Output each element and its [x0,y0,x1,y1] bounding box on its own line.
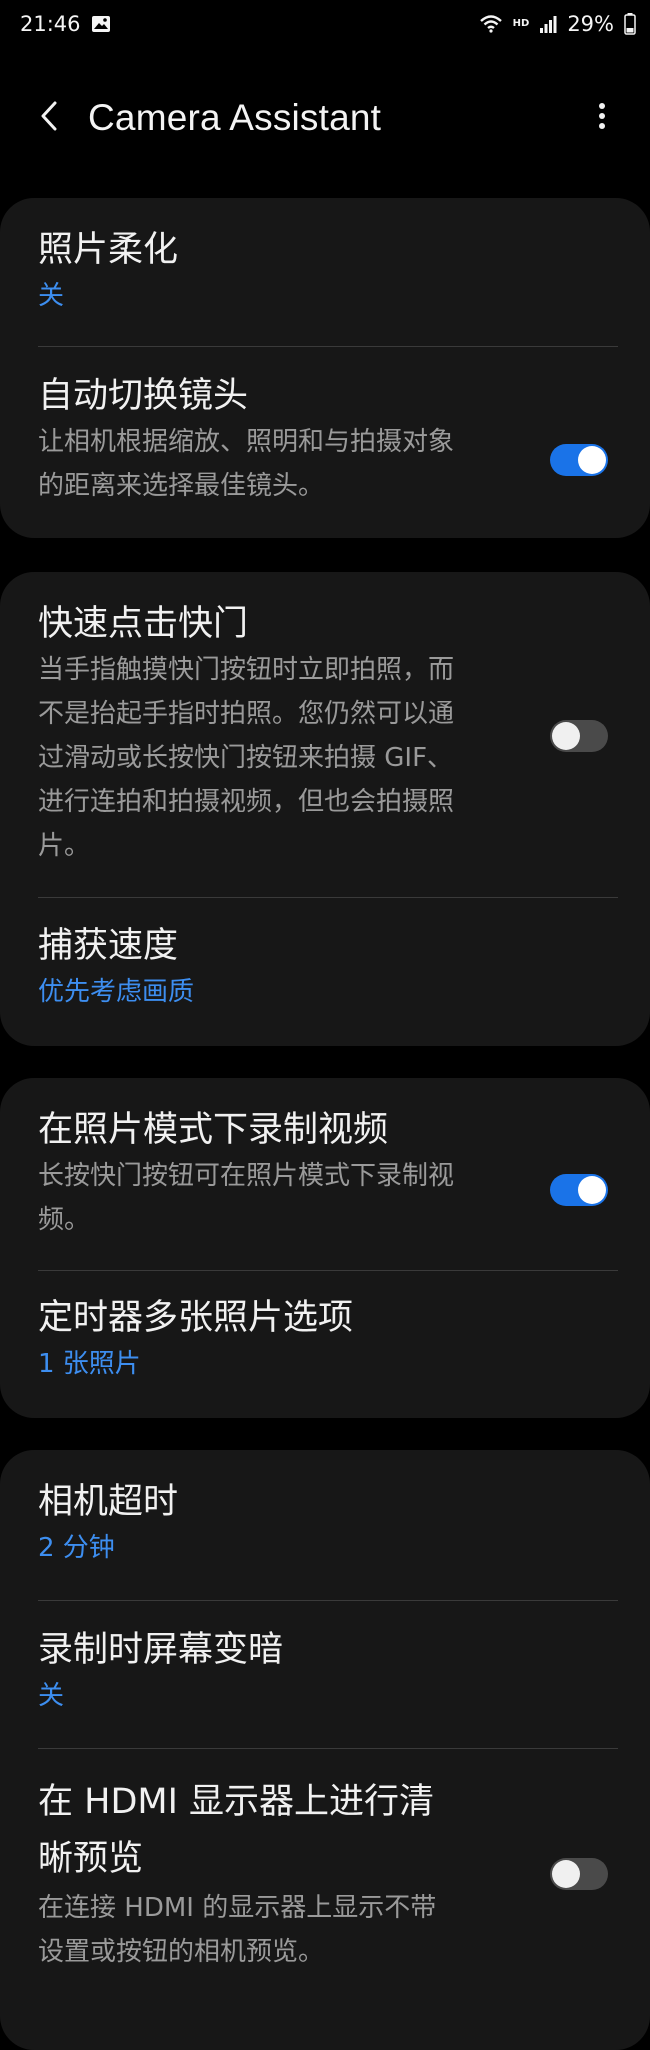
divider [38,1600,618,1601]
divider [38,346,618,347]
battery-percent: 29% [567,12,614,36]
setting-title: 快速点击快门 [38,604,249,644]
divider [38,1270,618,1271]
status-right: HD 29% [479,12,636,36]
app-bar: Camera Assistant [0,72,650,164]
battery-icon [624,13,636,35]
status-time: 21:46 [20,12,81,36]
signal-icon [539,15,557,33]
back-button[interactable] [20,88,80,148]
setting-title-line: 晰预览 [38,1839,144,1879]
record-video-toggle[interactable] [550,1174,608,1206]
setting-desc-line: 频。 [38,1205,91,1235]
setting-desc-line: 让相机根据缩放、照明和与拍摄对象 [38,427,455,457]
more-options-button[interactable] [572,88,632,148]
setting-desc-line: 在连接 HDMI 的显示器上显示不带 [38,1893,437,1923]
setting-desc-line: 过滑动或长按快门按钮来拍摄 GIF、 [38,743,454,773]
setting-title: 自动切换镜头 [38,376,249,416]
hdmi-clean-preview-toggle[interactable] [550,1858,608,1890]
setting-value: 关 [38,1681,65,1711]
setting-quick-tap-shutter[interactable]: 快速点击快门 当手指触摸快门按钮时立即拍照，而 不是抬起手指时拍照。您仍然可以通… [38,600,528,868]
setting-title: 录制时屏幕变暗 [38,1630,284,1670]
setting-value: 1 张照片 [38,1349,141,1379]
more-vertical-icon [598,102,606,134]
setting-value: 优先考虑画质 [38,977,195,1007]
setting-timer-multi-photo[interactable]: 定时器多张照片选项 1 张照片 [38,1294,598,1382]
hd-voice-badge: HD [512,18,530,29]
setting-desc-line: 长按快门按钮可在照片模式下录制视 [38,1161,455,1191]
settings-card-3: 在照片模式下录制视频 长按快门按钮可在照片模式下录制视 频。 定时器多张照片选项… [0,1078,650,1418]
setting-desc-line: 设置或按钮的相机预览。 [38,1937,325,1967]
setting-auto-lens-switch[interactable]: 自动切换镜头 让相机根据缩放、照明和与拍摄对象 的距离来选择最佳镜头。 [38,372,518,508]
setting-capture-speed[interactable]: 捕获速度 优先考虑画质 [38,922,598,1010]
status-bar: 21:46 HD 29% [0,0,650,48]
toggle-knob [578,446,606,474]
setting-dim-screen-while-recording[interactable]: 录制时屏幕变暗 关 [38,1626,598,1714]
settings-card-2: 快速点击快门 当手指触摸快门按钮时立即拍照，而 不是抬起手指时拍照。您仍然可以通… [0,572,650,1046]
settings-card-1: 照片柔化 关 自动切换镜头 让相机根据缩放、照明和与拍摄对象 的距离来选择最佳镜… [0,198,650,538]
divider [38,897,618,898]
setting-desc-line: 的距离来选择最佳镜头。 [38,471,325,501]
setting-title-line: 在 HDMI 显示器上进行清 [38,1782,435,1822]
setting-desc-line: 进行连拍和拍摄视频，但也会拍摄照 [38,787,455,817]
status-left: 21:46 [20,12,111,36]
quick-tap-shutter-toggle[interactable] [550,720,608,752]
setting-desc-line: 当手指触摸快门按钮时立即拍照，而 [38,655,455,685]
back-arrow-icon [38,100,62,136]
toggle-knob [552,1860,580,1888]
auto-lens-switch-toggle[interactable] [550,444,608,476]
setting-hdmi-clean-preview[interactable]: 在 HDMI 显示器上进行清 晰预览 在连接 HDMI 的显示器上显示不带 设置… [38,1772,508,1974]
setting-title: 在照片模式下录制视频 [38,1110,389,1150]
setting-camera-timeout[interactable]: 相机超时 2 分钟 [38,1478,598,1566]
setting-title: 定时器多张照片选项 [38,1298,354,1338]
setting-value: 关 [38,281,65,311]
setting-value: 2 分钟 [38,1533,115,1563]
setting-desc-line: 片。 [38,831,91,861]
toggle-knob [578,1176,606,1204]
divider [38,1748,618,1749]
gallery-notification-icon [91,15,111,33]
setting-record-video-in-photo-mode[interactable]: 在照片模式下录制视频 长按快门按钮可在照片模式下录制视 频。 [38,1106,518,1242]
setting-photo-softening[interactable]: 照片柔化 关 [38,226,598,314]
setting-title: 照片柔化 [38,230,179,270]
setting-desc-line: 不是抬起手指时拍照。您仍然可以通 [38,699,455,729]
page-title: Camera Assistant [88,97,382,138]
wifi-icon [479,14,503,34]
setting-title: 捕获速度 [38,926,179,966]
settings-card-4: 相机超时 2 分钟 录制时屏幕变暗 关 在 HDMI 显示器上进行清 晰预览 在… [0,1450,650,2050]
setting-title: 相机超时 [38,1482,179,1522]
toggle-knob [552,722,580,750]
